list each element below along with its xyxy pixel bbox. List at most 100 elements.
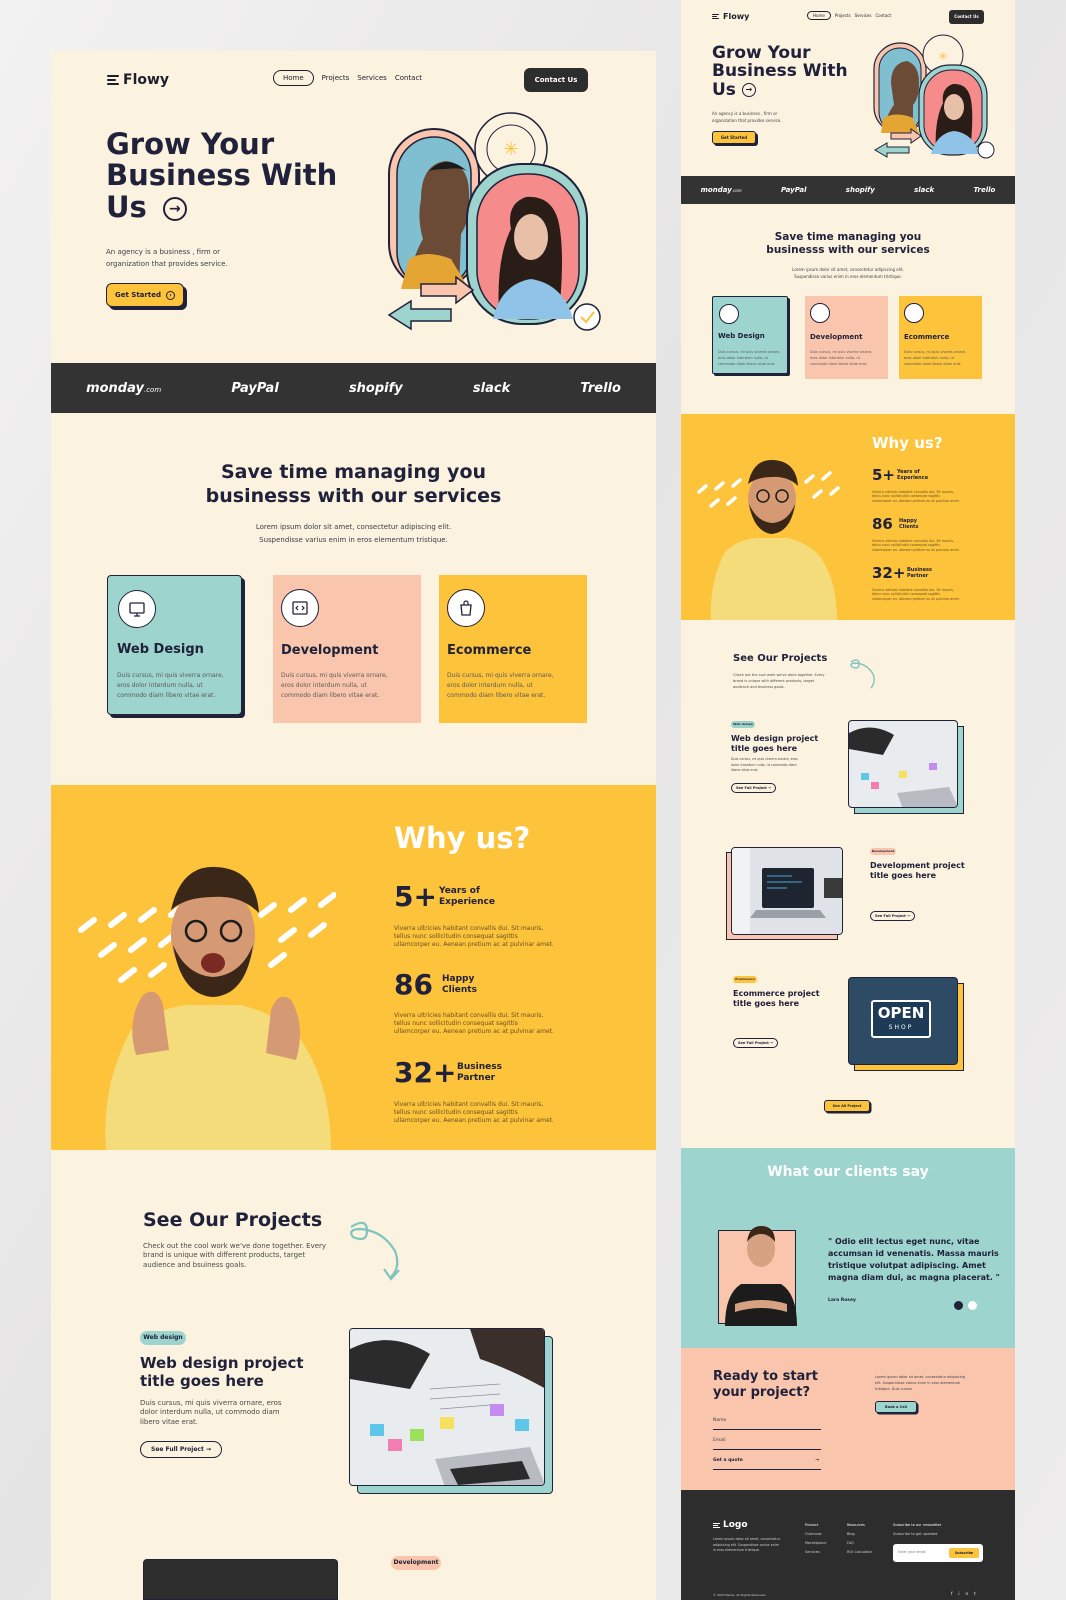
newsletter-email-input[interactable]: Enter your email Subscribe	[893, 1544, 983, 1562]
project-photo-team-planning[interactable]	[349, 1328, 545, 1486]
see-full-project-button[interactable]: See Full Project →	[731, 783, 776, 793]
service-card-desc: Duis cursus, mi quis viverra ornare, eros…	[810, 350, 873, 366]
see-all-project-button[interactable]: See All Project	[824, 1100, 870, 1112]
carousel-dot[interactable]	[968, 1301, 977, 1310]
shopping-bag-icon	[904, 303, 924, 323]
brand-logo[interactable]: Flowy	[712, 12, 749, 21]
arrow-right-icon: →	[205, 1446, 211, 1453]
carousel-dot-active[interactable]	[954, 1301, 963, 1310]
shop-sign-text: SHOP	[888, 1024, 914, 1031]
copyright-text: © 2023 Name. All Rights Reserved.	[713, 1593, 767, 1597]
project-photo-laptop-code[interactable]	[731, 847, 843, 935]
get-quote-button[interactable]: Get a quote →	[713, 1458, 821, 1470]
project-tag-ecommerce: Ecommerce	[733, 976, 757, 983]
project-photo-team-planning[interactable]	[848, 720, 958, 808]
why-us-section: Why us? 5+ Years of Experience Viverra ul…	[51, 785, 656, 1150]
desktop-landing-page: Flowy Home Projects Services Contact Con…	[51, 51, 656, 1600]
full-page-preview: Flowy Home Projects Services Contact Con…	[681, 0, 1015, 1600]
stat-desc: Viverra ultricies habitant convallis dui…	[872, 539, 960, 552]
svg-text:✳: ✳	[938, 50, 947, 63]
why-us-title: Why us?	[872, 434, 943, 452]
service-card-development[interactable]: Development Duis cursus, mi quis viverra…	[805, 296, 888, 379]
stat-desc: Viverra ultricies habitant convallis dui…	[872, 588, 960, 601]
see-full-project-button[interactable]: See Full Project →	[733, 1038, 778, 1048]
code-icon	[810, 303, 830, 323]
service-card-web-design[interactable]: Web Design Duis cursus, mi quis viverra …	[107, 575, 242, 715]
name-input[interactable]: Name	[713, 1418, 821, 1430]
nav-projects[interactable]: Projects	[835, 13, 851, 18]
shopping-bag-icon	[447, 589, 485, 627]
projects-title: See Our Projects	[733, 653, 828, 664]
services-title-line2: businesss with our services	[205, 484, 502, 507]
service-card-ecommerce[interactable]: Ecommerce Duis cursus, mi quis viverra o…	[439, 575, 587, 723]
see-full-project-button[interactable]: See Full Project →	[140, 1441, 222, 1458]
stat-desc: Viverra ultricies habitant convallis dui…	[872, 490, 960, 503]
man-pointing-photo	[710, 459, 837, 620]
service-card-development[interactable]: Development Duis cursus, mi quis viverra…	[273, 575, 421, 723]
woman-face	[514, 214, 548, 260]
project-desc: Duis cursus, mi quis viverra ornare, ero…	[731, 757, 798, 772]
stat-label: Years of Experience	[897, 469, 929, 481]
nav-contact[interactable]: Contact	[395, 74, 422, 82]
service-card-desc: Duis cursus, mi quis viverra ornare, eros…	[904, 350, 967, 366]
slack-logo: slack	[914, 186, 935, 194]
footer-link[interactable]: Services	[805, 1548, 826, 1557]
services-subtitle: Lorem ipsum dolor sit amet, consectetur …	[51, 521, 656, 547]
stat-years: 5+ Years of Experience Viverra ultricies …	[872, 466, 960, 503]
asterisk-icon: ✳	[503, 139, 518, 160]
footer-link[interactable]: Overview	[805, 1530, 826, 1539]
footer-link[interactable]: ROI Calculator	[847, 1548, 872, 1557]
brand-logo[interactable]: Flowy	[107, 72, 169, 88]
footer-link[interactable]: Blog	[847, 1530, 872, 1539]
project-desc: Duis cursus, mi quis viverra ornare, ero…	[140, 1399, 282, 1426]
cta-section: Ready to start your project? Lorem ipsum …	[681, 1348, 1015, 1490]
nav-home[interactable]: Home	[807, 11, 831, 20]
email-input[interactable]: Email	[713, 1438, 821, 1450]
stat-label: Years of Experience	[439, 886, 495, 907]
contact-us-button[interactable]: Contact Us	[949, 10, 984, 24]
nav-services[interactable]: Services	[357, 74, 387, 82]
subscribe-button[interactable]: Subscribe	[949, 1548, 979, 1558]
project-tag-development: Development	[391, 1556, 441, 1570]
hero-illustration: ✳	[387, 112, 601, 331]
service-card-title: Ecommerce	[447, 643, 532, 658]
nav-projects[interactable]: Projects	[322, 74, 350, 82]
hero-subtitle: An agency is a business , firm or organi…	[106, 246, 228, 270]
project-title: Web design project title goes here	[140, 1354, 304, 1390]
monitor-icon	[719, 304, 739, 324]
stat-partners: 32+ Business Partner Viverra ultricies ha…	[872, 564, 960, 601]
book-a-call-button[interactable]: Book a Call	[875, 1401, 917, 1413]
footer-link[interactable]: FAQ	[847, 1539, 872, 1548]
paypal-logo: PayPal	[231, 380, 279, 396]
project-photo-open-shop[interactable]: OPEN SHOP	[848, 977, 958, 1065]
project-title: Web design project title goes here	[731, 734, 819, 753]
nav-contact[interactable]: Contact	[875, 13, 891, 18]
cta-subtitle: Lorem ipsum dolor sit amet, consectetur …	[875, 1375, 965, 1391]
service-card-desc: Duis cursus, mi quis viverra ornare, eros…	[447, 672, 554, 699]
get-started-button[interactable]: Get Started	[712, 131, 756, 144]
hero-subtitle: An agency is a business , firm or organiz…	[712, 111, 782, 123]
hero-illustration: ✳	[873, 34, 995, 159]
get-started-button[interactable]: Get Started ›	[106, 283, 184, 307]
see-full-project-button[interactable]: See Full Project →	[870, 911, 915, 921]
services-title: Save time managing you businesss with ou…	[51, 461, 656, 509]
stat-label: Happy Clients	[442, 974, 477, 995]
man-pointing-photo	[105, 866, 332, 1150]
arrow-right-circle-icon	[741, 82, 756, 97]
monday-logo: monday.com	[86, 380, 162, 396]
service-card-title: Ecommerce	[904, 333, 950, 341]
check-circle-icon	[573, 303, 601, 331]
footer-link[interactable]: Marketplace	[805, 1539, 826, 1548]
project-title: Development project title goes here	[870, 861, 965, 880]
project-title: Ecommerce project title goes here	[733, 989, 820, 1008]
nav-home[interactable]: Home	[273, 70, 314, 86]
project-tag-web-design: Web design	[140, 1331, 186, 1345]
nav-services[interactable]: Services	[855, 13, 872, 18]
footer-logo[interactable]: Logo	[713, 1520, 748, 1530]
service-card-title: Web Design	[718, 332, 765, 340]
contact-us-button[interactable]: Contact Us	[524, 68, 588, 92]
social-icons[interactable]: fint	[951, 1591, 982, 1596]
service-card-web-design[interactable]: Web Design Duis cursus, mi quis viverra …	[712, 296, 788, 374]
twitter-icon: t	[974, 1591, 982, 1596]
service-card-ecommerce[interactable]: Ecommerce Duis cursus, mi quis viverra o…	[899, 296, 982, 379]
